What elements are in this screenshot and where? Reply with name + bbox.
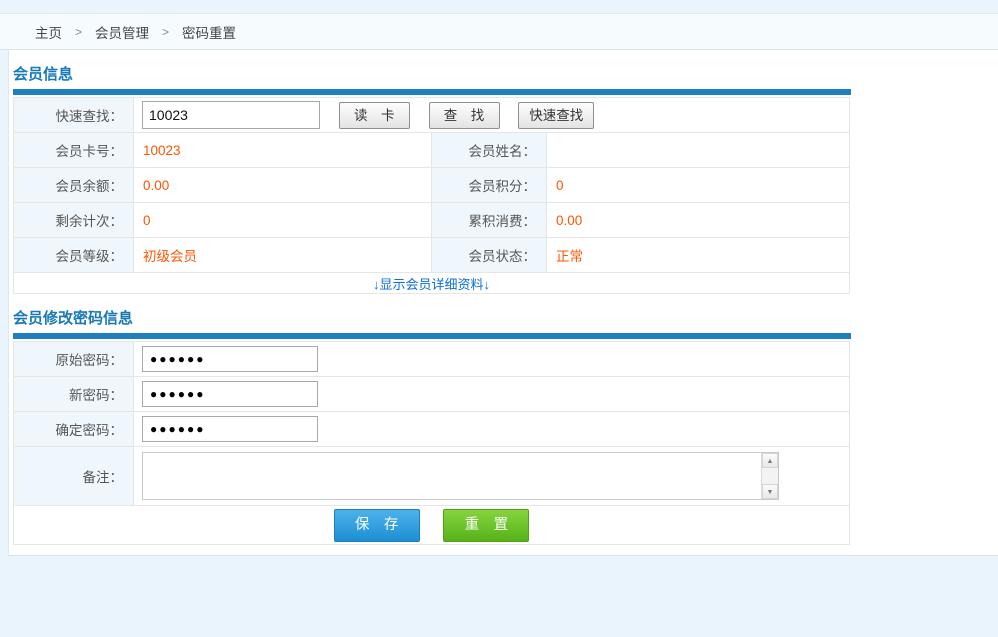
- confirm-password-cell: [134, 412, 850, 447]
- section-divider-bar: [13, 89, 851, 95]
- old-password-cell: [134, 342, 850, 377]
- table-row: 新密码：: [14, 377, 850, 412]
- scroll-down-icon[interactable]: ▼: [762, 484, 778, 499]
- password-section-title: 会员修改密码信息: [13, 294, 998, 333]
- total-consumption-label: 累积消费：: [432, 203, 547, 238]
- quick-search-cell: 读 卡 查 找 快速查找: [134, 98, 850, 133]
- quick-search-input[interactable]: [142, 101, 320, 129]
- quick-find-button[interactable]: 快速查找: [518, 102, 594, 129]
- breadcrumb-separator: >: [75, 25, 82, 39]
- member-name-label: 会员姓名：: [432, 133, 547, 168]
- member-info-title: 会员信息: [13, 50, 998, 89]
- old-password-field[interactable]: [142, 346, 318, 372]
- read-card-button[interactable]: 读 卡: [339, 102, 410, 129]
- table-row: 会员等级： 初级会员 会员状态： 正常: [14, 238, 850, 273]
- member-level-label: 会员等级：: [14, 238, 134, 273]
- quick-search-label: 快速查找：: [14, 98, 134, 133]
- breadcrumb: 主页 > 会员管理 > 密码重置: [0, 13, 998, 50]
- balance-label: 会员余额：: [14, 168, 134, 203]
- table-row: 确定密码：: [14, 412, 850, 447]
- table-row: 原始密码：: [14, 342, 850, 377]
- balance-value: 0.00: [134, 168, 432, 203]
- remark-cell: ▲ ▼: [134, 447, 850, 506]
- remark-textarea[interactable]: [143, 453, 761, 499]
- breadcrumb-member-management[interactable]: 会员管理: [95, 22, 149, 42]
- points-label: 会员积分：: [432, 168, 547, 203]
- reset-button[interactable]: 重 置: [443, 509, 529, 542]
- search-button[interactable]: 查 找: [429, 102, 500, 129]
- detail-link-cell: ↓显示会员详细资料↓: [14, 273, 850, 294]
- remaining-times-label: 剩余计次：: [14, 203, 134, 238]
- remark-textarea-wrap: ▲ ▼: [142, 452, 779, 500]
- remark-row: 备注： ▲ ▼: [14, 447, 850, 506]
- old-password-label: 原始密码：: [14, 342, 134, 377]
- member-status-label: 会员状态：: [432, 238, 547, 273]
- total-consumption-value: 0.00: [547, 203, 850, 238]
- remaining-times-value: 0: [134, 203, 432, 238]
- member-status-value: 正常: [547, 238, 850, 273]
- action-buttons-row: 保 存 重 置: [14, 506, 850, 545]
- save-button[interactable]: 保 存: [334, 509, 420, 542]
- remark-label: 备注：: [14, 447, 134, 506]
- quick-search-row: 快速查找： 读 卡 查 找 快速查找: [14, 98, 850, 133]
- table-row: 剩余计次： 0 累积消费： 0.00: [14, 203, 850, 238]
- section-divider-bar: [13, 333, 851, 339]
- table-row: 会员余额： 0.00 会员积分： 0: [14, 168, 850, 203]
- detail-link-row: ↓显示会员详细资料↓: [14, 273, 850, 294]
- breadcrumb-home[interactable]: 主页: [35, 22, 62, 42]
- points-value: 0: [547, 168, 850, 203]
- breadcrumb-password-reset: 密码重置: [182, 22, 236, 42]
- member-name-value: [547, 133, 850, 168]
- action-buttons-cell: 保 存 重 置: [14, 506, 850, 545]
- confirm-password-label: 确定密码：: [14, 412, 134, 447]
- show-member-detail-link[interactable]: ↓显示会员详细资料↓: [373, 277, 490, 292]
- new-password-label: 新密码：: [14, 377, 134, 412]
- member-level-value: 初级会员: [134, 238, 432, 273]
- remark-scrollbar[interactable]: ▲ ▼: [761, 453, 778, 499]
- content-panel: 会员信息 快速查找： 读 卡 查 找 快速查找 会员卡号： 10023 会员姓名…: [8, 50, 998, 556]
- card-number-value: 10023: [134, 133, 432, 168]
- password-table: 原始密码： 新密码： 确定密码： 备注： ▲: [13, 341, 850, 545]
- new-password-cell: [134, 377, 850, 412]
- confirm-password-field[interactable]: [142, 416, 318, 442]
- breadcrumb-separator: >: [162, 25, 169, 39]
- card-number-label: 会员卡号：: [14, 133, 134, 168]
- scroll-up-icon[interactable]: ▲: [762, 453, 778, 468]
- table-row: 会员卡号： 10023 会员姓名：: [14, 133, 850, 168]
- member-info-table: 快速查找： 读 卡 查 找 快速查找 会员卡号： 10023 会员姓名： 会员余…: [13, 97, 850, 294]
- new-password-field[interactable]: [142, 381, 318, 407]
